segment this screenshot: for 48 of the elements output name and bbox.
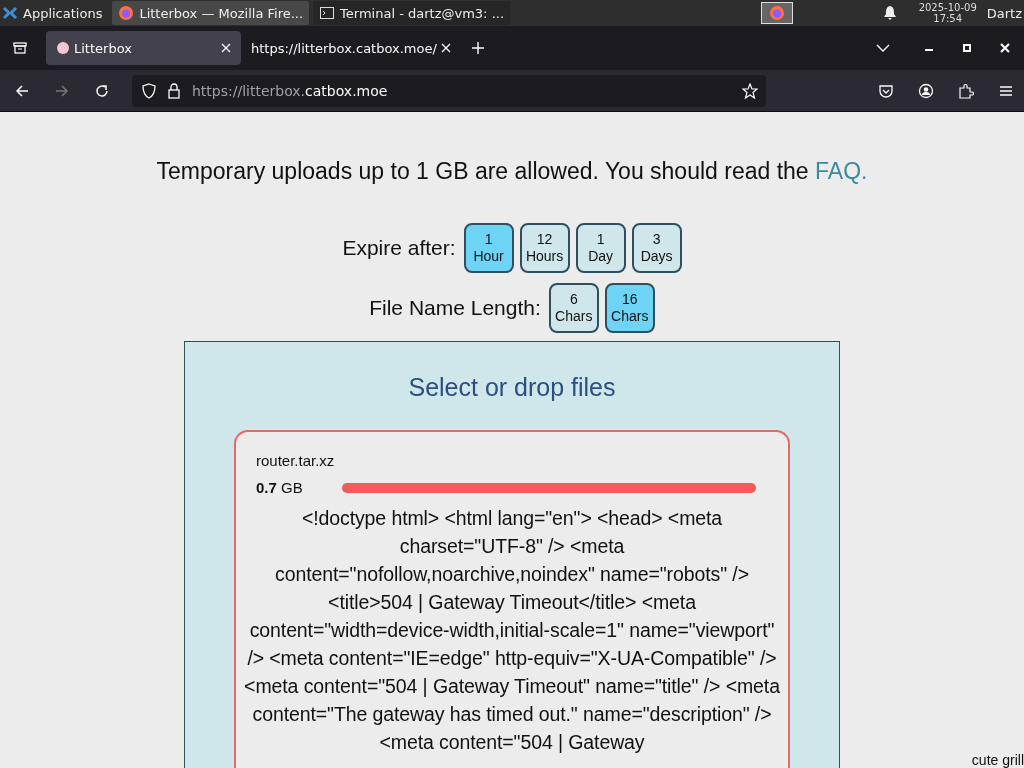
tab-title: Litterbox bbox=[74, 40, 133, 56]
firefox-icon[interactable] bbox=[760, 2, 793, 24]
chevron-down-icon[interactable] bbox=[876, 43, 890, 53]
file-size: 0.7 GB bbox=[256, 479, 304, 496]
lock-icon bbox=[168, 82, 180, 99]
drop-title: Select or drop files bbox=[408, 373, 616, 402]
taskbar-window[interactable]: Terminal - dartz@vm3: ... bbox=[313, 1, 511, 25]
url-text: https://litterbox.catbox.moe bbox=[192, 82, 388, 99]
time-text: 17:54 bbox=[933, 13, 963, 24]
expire-label: Expire after: bbox=[342, 236, 456, 260]
name-length-option[interactable]: 16 Chars bbox=[604, 283, 655, 333]
browser-tab[interactable]: https://litterbox.catbox.moe/ bbox=[241, 31, 461, 65]
tab-title: https://litterbox.catbox.moe/ bbox=[251, 40, 437, 56]
date-text: 2025-10-09 bbox=[918, 2, 977, 13]
forward-icon[interactable] bbox=[54, 82, 70, 99]
expire-option[interactable]: 1 Hour bbox=[463, 223, 514, 273]
back-icon[interactable] bbox=[14, 82, 30, 99]
account-icon[interactable] bbox=[918, 82, 934, 99]
tab-list-icon[interactable] bbox=[12, 40, 28, 56]
cat-favicon-icon bbox=[56, 41, 70, 55]
close-icon[interactable] bbox=[440, 43, 451, 53]
browser-tab[interactable]: Litterbox bbox=[46, 31, 241, 65]
expire-option[interactable]: 1 Day bbox=[575, 223, 626, 273]
shield-icon[interactable] bbox=[142, 82, 156, 99]
firefox-icon bbox=[118, 5, 135, 21]
new-tab-icon[interactable] bbox=[470, 41, 485, 55]
taskbar-window[interactable]: Litterbox — Mozilla Fire... bbox=[112, 1, 310, 25]
pocket-icon[interactable] bbox=[878, 82, 894, 99]
star-icon[interactable] bbox=[742, 82, 758, 99]
name-length-label: File Name Length: bbox=[369, 296, 541, 320]
file-name: router.tar.xz bbox=[256, 452, 336, 469]
applications-menu[interactable]: Applications bbox=[0, 1, 109, 25]
user-name[interactable]: Dartz bbox=[984, 5, 1024, 21]
expire-option[interactable]: 12 Hours bbox=[519, 223, 570, 273]
terminal-icon bbox=[319, 5, 336, 21]
puzzle-icon[interactable] bbox=[958, 82, 974, 99]
reload-icon[interactable] bbox=[94, 82, 110, 99]
response-text: <!doctype html> <html lang="en"> <head> <meta charset="UTF-8" /> <meta content="nofollow,noarchive,noindex" name="robots" /> <title>504 | Gateway Timeout</title> <meta content="width=device-width,initial-scale=1" name="viewport" /> <meta content="IE=edge" http-equiv="X-UA-Compatible" /> <meta content="504 | Gateway Timeout" name="title" /> <meta content="The gateway has timed out." name="description" /> <meta content="504 | Gateway bbox=[243, 506, 781, 755]
address-bar[interactable]: https://litterbox.catbox.moe bbox=[132, 74, 766, 107]
intro-text: Temporary uploads up to 1 GB are allowed. You should read the FAQ. bbox=[156, 158, 868, 185]
expire-option[interactable]: 3 Days bbox=[631, 223, 682, 273]
name-length-option[interactable]: 6 Chars bbox=[548, 283, 599, 333]
bell-icon[interactable] bbox=[882, 5, 897, 21]
maximize-icon[interactable] bbox=[962, 43, 972, 53]
corner-text: cute grill bbox=[971, 752, 1024, 768]
drop-zone[interactable] bbox=[184, 341, 840, 768]
close-icon[interactable] bbox=[1000, 43, 1010, 53]
close-icon[interactable] bbox=[221, 43, 231, 53]
